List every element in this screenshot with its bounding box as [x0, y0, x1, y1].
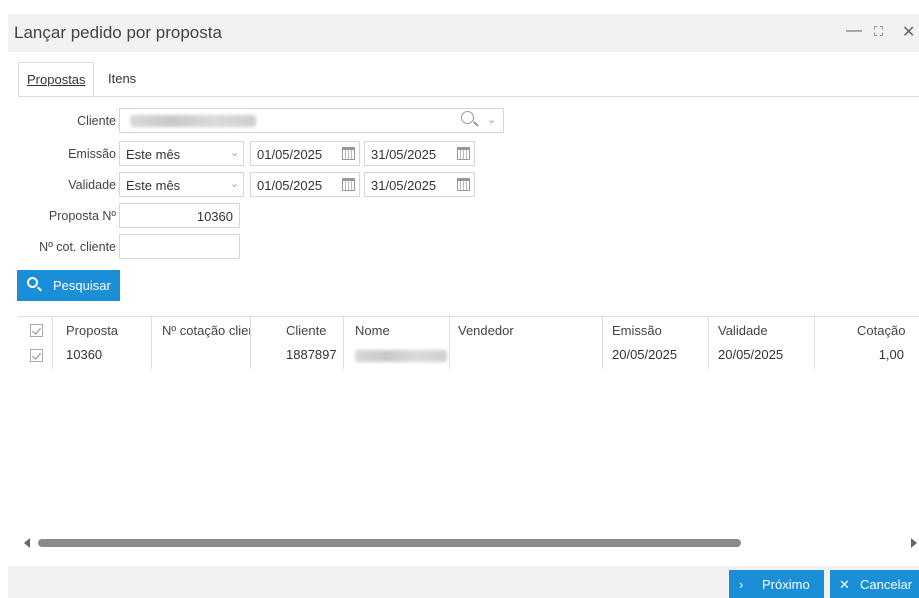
validade-from-value: 01/05/2025	[257, 178, 323, 193]
column-divider	[708, 317, 709, 369]
next-button-label: Próximo	[762, 577, 810, 592]
validade-period-value: Este mês	[126, 178, 181, 193]
scrollbar-thumb[interactable]	[38, 539, 741, 547]
emissao-period-value: Este mês	[126, 147, 181, 162]
calendar-icon[interactable]	[342, 178, 355, 191]
column-header-validade[interactable]: Validade	[718, 323, 768, 338]
cell-nome-redacted	[355, 350, 447, 362]
cell-validade: 20/05/2025	[718, 347, 784, 362]
proposta-label: Proposta Nº	[48, 209, 116, 223]
calendar-icon[interactable]	[342, 147, 355, 160]
column-divider	[449, 317, 450, 369]
cliente-value-redacted	[130, 115, 256, 127]
column-divider	[602, 317, 603, 369]
cot-cliente-input[interactable]	[119, 234, 240, 259]
column-divider	[814, 317, 815, 369]
column-header-cotacao-cliente[interactable]: Nº cotação clier	[162, 323, 250, 338]
emissao-to-value: 31/05/2025	[371, 147, 437, 162]
select-all-checkbox[interactable]	[30, 324, 43, 337]
minimize-icon[interactable]: —	[846, 22, 862, 40]
tab-itens[interactable]: Itens	[100, 62, 148, 97]
chevron-down-icon: ⌄	[230, 178, 240, 190]
row-checkbox[interactable]	[30, 349, 43, 362]
search-icon[interactable]	[461, 111, 474, 124]
proposta-value: 10360	[196, 209, 233, 224]
column-header-nome[interactable]: Nome	[355, 323, 390, 338]
cell-emissao: 20/05/2025	[612, 347, 678, 362]
emissao-from-date[interactable]: 01/05/2025	[250, 141, 360, 166]
emissao-from-value: 01/05/2025	[257, 147, 323, 162]
search-icon	[27, 277, 38, 288]
column-divider	[52, 317, 53, 369]
validade-period-select[interactable]: Este mês ⌄	[119, 172, 244, 197]
close-icon: ✕	[839, 577, 850, 592]
validade-label: Validade	[68, 178, 116, 192]
cancel-button[interactable]: ✕ Cancelar	[830, 570, 919, 598]
validade-to-value: 31/05/2025	[371, 178, 437, 193]
emissao-period-select[interactable]: Este mês ⌄	[119, 141, 244, 166]
calendar-icon[interactable]	[457, 147, 470, 160]
column-header-cotacao[interactable]: Cotação	[857, 323, 905, 338]
search-button[interactable]: Pesquisar	[17, 270, 120, 301]
scroll-left-icon[interactable]	[24, 538, 30, 548]
window-title: Lançar pedido por proposta	[14, 23, 222, 42]
scroll-right-icon[interactable]	[911, 538, 917, 548]
column-divider	[250, 317, 251, 369]
column-header-vendedor[interactable]: Vendedor	[458, 323, 514, 338]
maximize-icon[interactable]: ⛶	[874, 24, 883, 40]
validade-from-date[interactable]: 01/05/2025	[250, 172, 360, 197]
proposta-input[interactable]: 10360	[119, 203, 240, 228]
dialog-footer: › Próximo ✕ Cancelar	[8, 566, 919, 598]
tab-propostas[interactable]: Propostas	[18, 62, 94, 97]
tab-divider	[18, 96, 919, 97]
column-divider	[151, 317, 152, 369]
cell-cliente: 1887897	[286, 347, 337, 362]
chevron-down-icon[interactable]: ⌄	[487, 113, 496, 126]
chevron-right-icon: ›	[739, 577, 744, 592]
search-button-label: Pesquisar	[53, 278, 111, 293]
emissao-to-date[interactable]: 31/05/2025	[364, 141, 475, 166]
cell-cotacao: 1,00	[878, 347, 904, 362]
column-header-proposta[interactable]: Proposta	[66, 323, 118, 338]
validade-to-date[interactable]: 31/05/2025	[364, 172, 475, 197]
next-button[interactable]: › Próximo	[729, 570, 824, 598]
cliente-label: Cliente	[77, 114, 116, 128]
column-header-cliente[interactable]: Cliente	[286, 323, 326, 338]
chevron-down-icon: ⌄	[230, 147, 240, 159]
cot-cliente-label: Nº cot. cliente	[39, 240, 116, 254]
column-divider	[343, 317, 344, 369]
cancel-button-label: Cancelar	[860, 577, 913, 592]
window-titlebar: Lançar pedido por proposta — ⛶ ✕	[8, 14, 919, 52]
horizontal-scrollbar[interactable]	[18, 536, 919, 550]
cell-proposta: 10360	[66, 347, 103, 362]
close-icon[interactable]: ✕	[902, 22, 915, 42]
calendar-icon[interactable]	[457, 178, 470, 191]
proposals-grid: Proposta Nº cotação clier Cliente Nome V…	[18, 316, 919, 560]
column-header-emissao[interactable]: Emissão	[612, 323, 662, 338]
cliente-field[interactable]: ⌄	[119, 108, 504, 133]
emissao-label: Emissão	[68, 147, 116, 161]
search-icon-handle	[473, 121, 479, 127]
